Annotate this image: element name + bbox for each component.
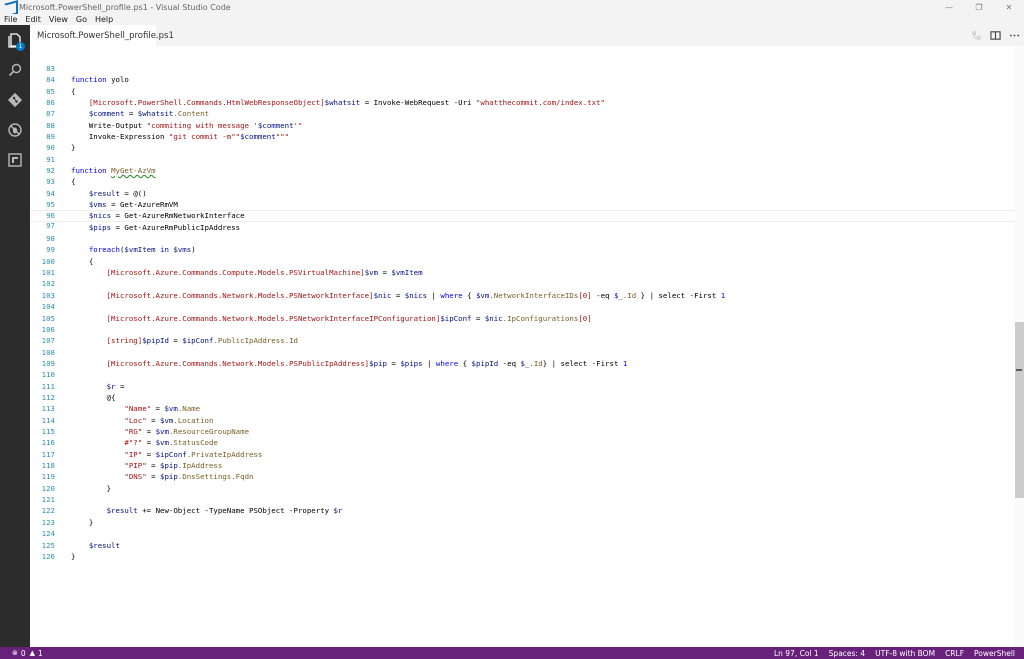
activity-debug[interactable] [0, 115, 30, 145]
code-line: 98 foreach($vmItem in $vms) [30, 222, 1024, 254]
code-line: 103 [30, 279, 1024, 300]
code-line: 112 "Name" = $vm.Name [30, 381, 1024, 413]
code-line: 116 "IP" = $ipConf.PrivateIpAddress [30, 426, 1024, 458]
code-line: 96 $pips = Get-AzureRmPublicIpAddress [30, 199, 1024, 231]
scrollbar-thumb[interactable] [1015, 322, 1024, 498]
code-line: 119 } [30, 460, 1024, 492]
current-line[interactable]: 97 [30, 210, 1024, 230]
cursor-position-marker [1016, 369, 1022, 371]
code-token: } [71, 551, 76, 561]
code-line: 83 function yolo [30, 52, 1024, 84]
menu-view[interactable]: View [45, 15, 72, 24]
title-bar: Microsoft.PowerShell_profile.ps1 - Visua… [0, 0, 1024, 14]
activity-bar: 1 [0, 25, 30, 647]
code-line: 106 [string]$pipId = $ipConf.PublicIpAdd… [30, 313, 1024, 345]
vscode-logo-icon [3, 1, 15, 13]
tab-bar: Microsoft.PowerShell_profile.ps1 [30, 25, 1024, 46]
menu-go[interactable]: Go [72, 15, 91, 24]
code-line: 88 Invoke-Expression "git commit -m""$co… [30, 108, 1024, 141]
open-changes-icon [972, 31, 981, 40]
code-line: 87 Write-Output "commiting with message … [30, 97, 1024, 129]
code-line: 95 $nics = Get-AzureRmNetworkInterface [30, 188, 1024, 220]
code-line: 108 [Microsoft.Azure.Commands.Network.Mo… [30, 335, 1024, 368]
code-line: 86 $comment = $whatsit.Content [30, 86, 1024, 118]
git-icon [7, 92, 23, 108]
code-line: 124 $result [30, 517, 1024, 549]
more-actions-button[interactable] [1005, 25, 1024, 46]
menu-edit[interactable]: Edit [21, 15, 45, 24]
menu-file[interactable]: File [0, 15, 21, 24]
code-line: 102 [Microsoft.Azure.Commands.Network.Mo… [30, 267, 1024, 299]
menu-bar: File Edit View Go Help [0, 14, 1024, 25]
code-line: 93 $result = @() [30, 165, 1024, 197]
split-editor-button[interactable] [986, 25, 1005, 46]
warning-icon: ▲ [29, 649, 36, 657]
code-line: 105 [30, 301, 1024, 323]
maximize-button[interactable]: ❐ [964, 0, 994, 14]
code-line: 90 [30, 131, 1024, 152]
language-mode[interactable]: PowerShell [969, 649, 1020, 658]
code-line: 99 { [30, 233, 1024, 265]
code-line: 84 { [30, 63, 1024, 95]
code-line: 109 [30, 347, 1024, 368]
window-controls: — ❐ ✕ [934, 0, 1024, 14]
minimize-button[interactable]: — [934, 0, 964, 14]
split-editor-icon [990, 31, 1001, 40]
code-line: 100 [Microsoft.Azure.Commands.Compute.Mo… [30, 244, 1024, 277]
code-line: 91 function MyGet-AzVm [30, 142, 1024, 175]
code-line: 94 $vms = Get-AzureRmVM [30, 176, 1024, 209]
line-endings[interactable]: CRLF [940, 649, 969, 658]
explorer-badge: 1 [16, 42, 25, 51]
debug-icon [8, 123, 22, 137]
tab-label: Microsoft.PowerShell_profile.ps1 [37, 30, 174, 41]
editor-actions [967, 25, 1024, 46]
code-line: 125 } [30, 528, 1024, 561]
code-line: 113 "Loc" = $vm.Location [30, 392, 1024, 424]
code-line: 92 { [30, 154, 1024, 186]
code-line: 110 $r = [30, 358, 1024, 390]
code-line: 123 [30, 506, 1024, 527]
warning-count: 1 [38, 648, 43, 658]
code-line: 118 "DNS" = $pip.DnsSettings.Fqdn [30, 449, 1024, 481]
problems-indicator[interactable]: ⊗ 0 ▲ 1 [7, 649, 48, 658]
code-line: 122 } [30, 494, 1024, 526]
line-number: 126 [41, 551, 55, 561]
error-count: 0 [20, 648, 26, 658]
code-line: 101 [30, 256, 1024, 277]
code-line: 117 "PIP" = $pip.IpAddress [30, 437, 1024, 470]
cursor-position[interactable]: Ln 97, Col 1 [769, 649, 824, 658]
window-title: Microsoft.PowerShell_profile.ps1 - Visua… [19, 2, 231, 12]
extensions-icon [8, 153, 22, 167]
code-line: 89 } [30, 120, 1024, 152]
status-bar: ⊗ 0 ▲ 1 Ln 97, Col 1 Spaces: 4 UTF-8 wit… [0, 647, 1024, 659]
code-line: 85 [Microsoft.PowerShell.Commands.HtmlWe… [30, 74, 1024, 107]
activity-search[interactable] [0, 55, 30, 85]
code-line: 107 [30, 324, 1024, 345]
open-changes-button[interactable] [967, 25, 986, 46]
search-icon [8, 63, 22, 77]
code-line: 114 "RG" = $vm.ResourceGroupName [30, 403, 1024, 436]
menu-help[interactable]: Help [91, 15, 117, 24]
more-icon [1009, 34, 1020, 37]
tab-profile[interactable]: Microsoft.PowerShell_profile.ps1 [30, 25, 174, 46]
activity-extensions[interactable] [0, 145, 30, 175]
activity-source-control[interactable] [0, 85, 30, 115]
code-line: 120 [30, 471, 1024, 493]
code-line: 104 [Microsoft.Azure.Commands.Network.Mo… [30, 290, 1024, 322]
code-line: 121 $result += New-Object -TypeName PSOb… [30, 483, 1024, 515]
code-line: 126 [30, 540, 1024, 561]
code-editor[interactable]: 83 function yolo 84 { 85 [Microsoft.Powe… [30, 46, 1024, 647]
indentation[interactable]: Spaces: 4 [824, 649, 870, 658]
error-icon: ⊗ [12, 649, 18, 657]
activity-explorer[interactable]: 1 [0, 25, 30, 55]
close-button[interactable]: ✕ [994, 0, 1024, 14]
code-line: 111 @{ [30, 369, 1024, 402]
code-line: 115 #"?" = $vm.StatusCode [30, 415, 1024, 447]
file-encoding[interactable]: UTF-8 with BOM [870, 649, 940, 658]
